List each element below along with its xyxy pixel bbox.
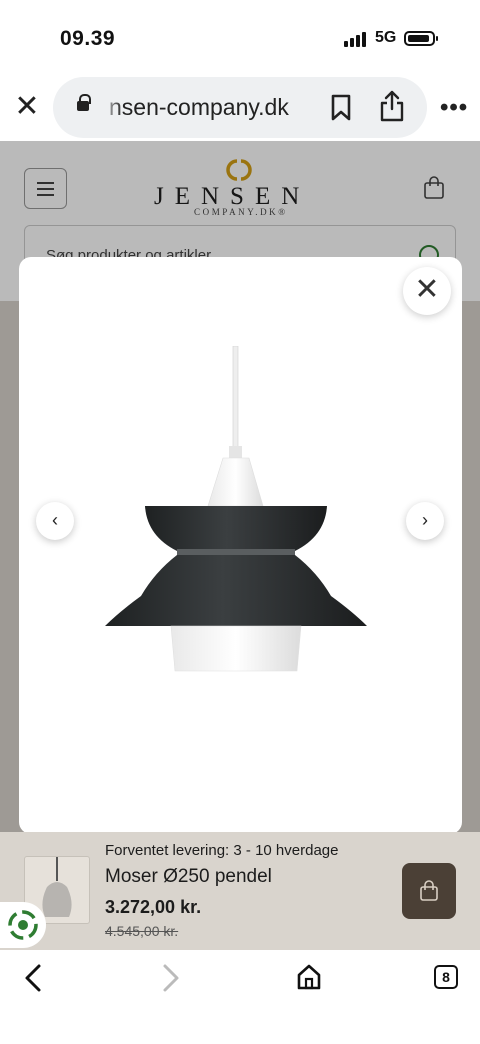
tabs-button[interactable]: 8 bbox=[434, 965, 458, 989]
product-summary-bar: Forventet levering: 3 - 10 hverdage Mose… bbox=[0, 832, 480, 950]
more-options-icon[interactable]: ••• bbox=[440, 94, 468, 122]
previous-image-button[interactable]: ‹ bbox=[36, 502, 74, 540]
url-field[interactable]: nsen-company.dk bbox=[53, 77, 427, 138]
share-icon[interactable] bbox=[379, 90, 405, 122]
eco-badge[interactable] bbox=[0, 902, 46, 948]
battery-icon bbox=[404, 31, 438, 46]
product-price: 3.272,00 kr. bbox=[105, 897, 202, 917]
add-to-cart-button[interactable] bbox=[402, 863, 456, 919]
url-text: nsen-company.dk bbox=[109, 94, 289, 120]
status-time: 09.39 bbox=[60, 27, 116, 50]
modal-close-button[interactable]: ✕ bbox=[403, 267, 451, 315]
lock-icon bbox=[77, 94, 91, 111]
browser-address-bar: ✕ nsen-company.dk ••• bbox=[0, 76, 480, 141]
next-image-button[interactable]: › bbox=[406, 502, 444, 540]
product-image bbox=[105, 346, 367, 672]
recycle-icon bbox=[8, 910, 38, 940]
shopping-bag-icon bbox=[420, 880, 438, 901]
close-tab-icon[interactable]: ✕ bbox=[12, 90, 42, 124]
delivery-estimate: Forventet levering: 3 - 10 hverdage bbox=[105, 842, 339, 859]
forward-icon[interactable] bbox=[158, 963, 184, 993]
home-icon[interactable] bbox=[296, 963, 322, 991]
bookmark-icon[interactable] bbox=[331, 94, 351, 121]
status-bar: 09.39 5G bbox=[0, 0, 480, 76]
cellular-signal-icon bbox=[344, 31, 368, 47]
image-lightbox: ✕ ‹ › bbox=[19, 257, 462, 834]
product-old-price: 4.545,00 kr. bbox=[105, 923, 179, 939]
network-type: 5G bbox=[375, 29, 397, 46]
browser-toolbar: 8 bbox=[0, 950, 480, 1044]
back-icon[interactable] bbox=[20, 963, 46, 993]
product-name: Moser Ø250 pendel bbox=[105, 866, 272, 887]
